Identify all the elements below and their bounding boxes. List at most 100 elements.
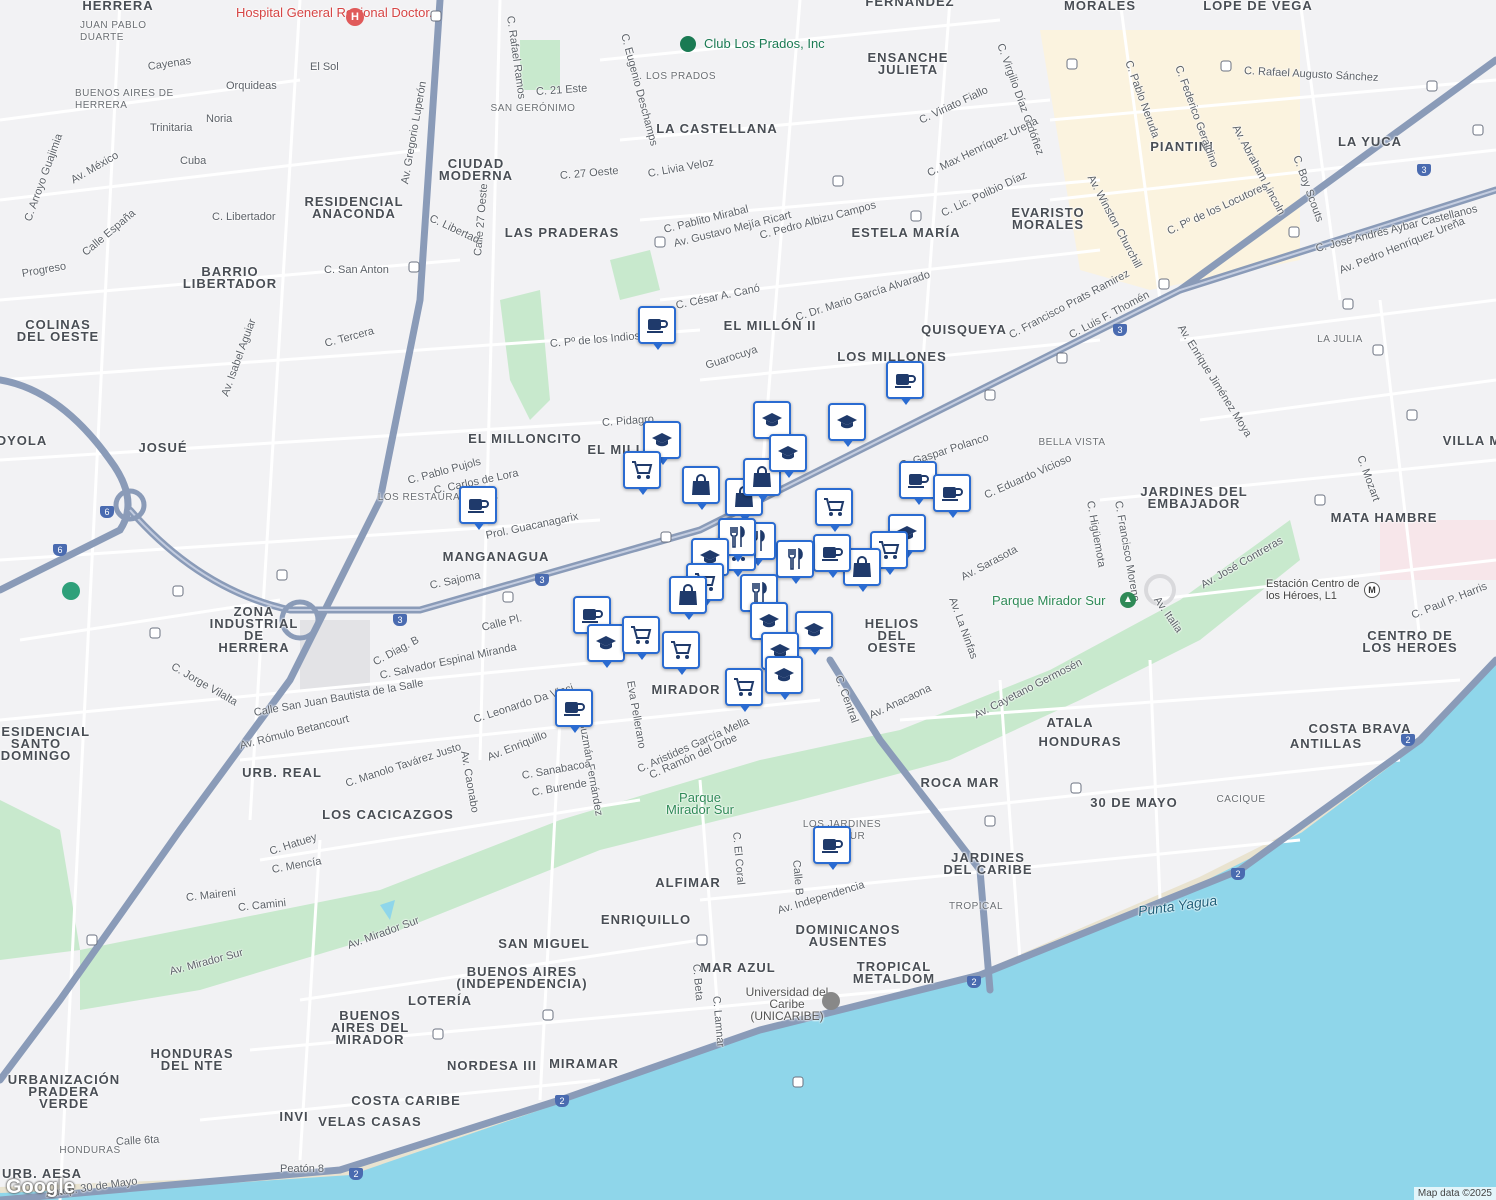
metro-icon[interactable]: M [1364, 582, 1380, 598]
neighborhood-label: ENSANCHE JULIETA [867, 50, 949, 77]
neighborhood-label: LA CASTELLANA [656, 121, 778, 136]
cafe-icon [822, 547, 843, 561]
place-label[interactable]: Club Los Prados, Inc [704, 37, 825, 50]
bus-stop-icon[interactable] [1288, 226, 1300, 238]
hospital-label[interactable]: Hospital General Regional Doctor... [236, 6, 440, 20]
bus-stop-icon[interactable] [1056, 352, 1068, 364]
school-pin[interactable] [795, 611, 833, 655]
bus-stop-icon[interactable] [1372, 344, 1384, 356]
highway-shield: 3 [1417, 164, 1431, 176]
neighborhood-label: RESIDENCIAL SANTO DOMINGO [0, 724, 91, 763]
map-canvas[interactable]: HERRERA JUAN PABLO DUARTE BUENOS AIRES D… [0, 0, 1496, 1200]
bus-stop-icon[interactable] [910, 210, 922, 222]
bus-stop-icon[interactable] [1406, 409, 1418, 421]
bus-stop-icon[interactable] [984, 389, 996, 401]
cafe-pin[interactable] [813, 534, 851, 578]
highway-shield: 2 [967, 976, 981, 988]
park-icon[interactable] [62, 582, 80, 600]
neighborhood-label: URBANIZACIÓN PRADERA VERDE [7, 1072, 121, 1111]
neighborhood-label: ZONA INDUSTRIAL DE HERRERA [209, 604, 299, 655]
bus-stop-icon[interactable] [1472, 124, 1484, 136]
bus-stop-icon[interactable] [1158, 278, 1170, 290]
bus-stop-icon[interactable] [149, 627, 161, 639]
shopping-cart-icon [879, 541, 900, 559]
shopping-cart-icon [631, 626, 652, 644]
area-label: LOS PRADOS [645, 71, 717, 82]
metro-station-label[interactable]: Estación Centro de los Héroes, L1 [1266, 578, 1366, 602]
shopping-bag-pin[interactable] [682, 466, 720, 510]
hospital-icon[interactable]: H [346, 8, 364, 26]
cafe-pin[interactable] [933, 474, 971, 518]
shopping-cart-pin[interactable] [725, 668, 763, 712]
cafe-pin[interactable] [813, 826, 851, 870]
park-label[interactable]: Parque Mirador Sur [992, 594, 1105, 607]
bus-stop-icon[interactable] [660, 531, 672, 543]
bus-stop-icon[interactable] [408, 261, 420, 273]
cafe-icon [564, 702, 585, 716]
highway-shield: 3 [1113, 324, 1127, 336]
shopping-cart-pin[interactable] [662, 631, 700, 675]
cafe-pin[interactable] [899, 461, 937, 505]
cafe-pin[interactable] [555, 689, 593, 733]
bus-stop-icon[interactable] [430, 10, 442, 22]
shopping-cart-pin[interactable] [622, 616, 660, 660]
bus-stop-icon[interactable] [172, 585, 184, 597]
highway-shield: 2 [1401, 734, 1415, 746]
street-label: El Sol [310, 61, 339, 73]
highway-shield: 3 [393, 614, 407, 626]
bus-stop-icon[interactable] [1314, 494, 1326, 506]
neighborhood-label: VILLA M [1442, 433, 1496, 448]
cafe-pin[interactable] [886, 361, 924, 405]
neighborhood-label: ALFIMAR [655, 875, 721, 890]
street-label: C. San Anton [324, 264, 389, 276]
highway-shield: 6 [100, 506, 114, 518]
school-pin[interactable] [828, 403, 866, 447]
neighborhood-label: JARDINES DEL CARIBE [943, 850, 1033, 877]
bus-stop-icon[interactable] [654, 236, 666, 248]
university-icon[interactable] [822, 992, 840, 1010]
university-label[interactable]: Universidad del Caribe (UNICARIBE) [742, 986, 832, 1022]
school-pin[interactable] [765, 656, 803, 700]
bus-stop-icon[interactable] [1220, 60, 1232, 72]
street-label: Noria [206, 113, 233, 125]
restaurant-pin[interactable] [776, 540, 814, 584]
bus-stop-icon[interactable] [832, 175, 844, 187]
place-icon[interactable] [680, 36, 696, 52]
area-label: TROPICAL [948, 901, 1004, 912]
cafe-icon [895, 374, 916, 388]
shopping-cart-pin[interactable] [623, 451, 661, 495]
bus-stop-icon[interactable] [792, 1076, 804, 1088]
bus-stop-icon[interactable] [86, 934, 98, 946]
neighborhood-label: 30 DE MAYO [1090, 795, 1178, 810]
shopping-cart-pin[interactable] [815, 488, 853, 532]
cafe-pin[interactable] [638, 306, 676, 350]
bus-stop-icon[interactable] [502, 591, 514, 603]
neighborhood-label: LOS CACICAZGOS [322, 807, 454, 822]
neighborhood-label: JARDINES DEL EMBAJADOR [1140, 484, 1248, 511]
school-icon [804, 623, 824, 637]
bus-stop-icon[interactable] [696, 934, 708, 946]
neighborhood-label: BUENOS AIRES (INDEPENDENCIA) [456, 964, 588, 991]
shopping-bag-pin[interactable] [669, 576, 707, 620]
bus-stop-icon[interactable] [432, 1028, 444, 1040]
area-label: SAN GERÓNIMO [490, 103, 576, 114]
school-pin[interactable] [769, 434, 807, 478]
park-icon[interactable]: ▲ [1120, 592, 1136, 608]
cafe-pin[interactable] [459, 486, 497, 530]
bus-stop-icon[interactable] [1426, 80, 1438, 92]
neighborhood-label: QUISQUEYA [921, 322, 1007, 337]
map-attribution[interactable]: Map data ©2025 [1413, 1187, 1496, 1200]
area-label: BELLA VISTA [1038, 437, 1106, 448]
bus-stop-icon[interactable] [1070, 782, 1082, 794]
neighborhood-label: LA YUCA [1337, 134, 1403, 149]
neighborhood-label: COLINAS DEL OESTE [16, 317, 100, 344]
bus-stop-icon[interactable] [542, 1009, 554, 1021]
bus-stop-icon[interactable] [1342, 298, 1354, 310]
bus-stop-icon[interactable] [1066, 58, 1078, 70]
neighborhood-label: LOTERÍA [407, 993, 473, 1008]
bus-stop-icon[interactable] [984, 815, 996, 827]
bus-stop-icon[interactable] [276, 569, 288, 581]
street-label: Peatón 8 [280, 1163, 325, 1175]
cafe-icon [582, 609, 603, 623]
school-pin[interactable] [587, 624, 625, 668]
